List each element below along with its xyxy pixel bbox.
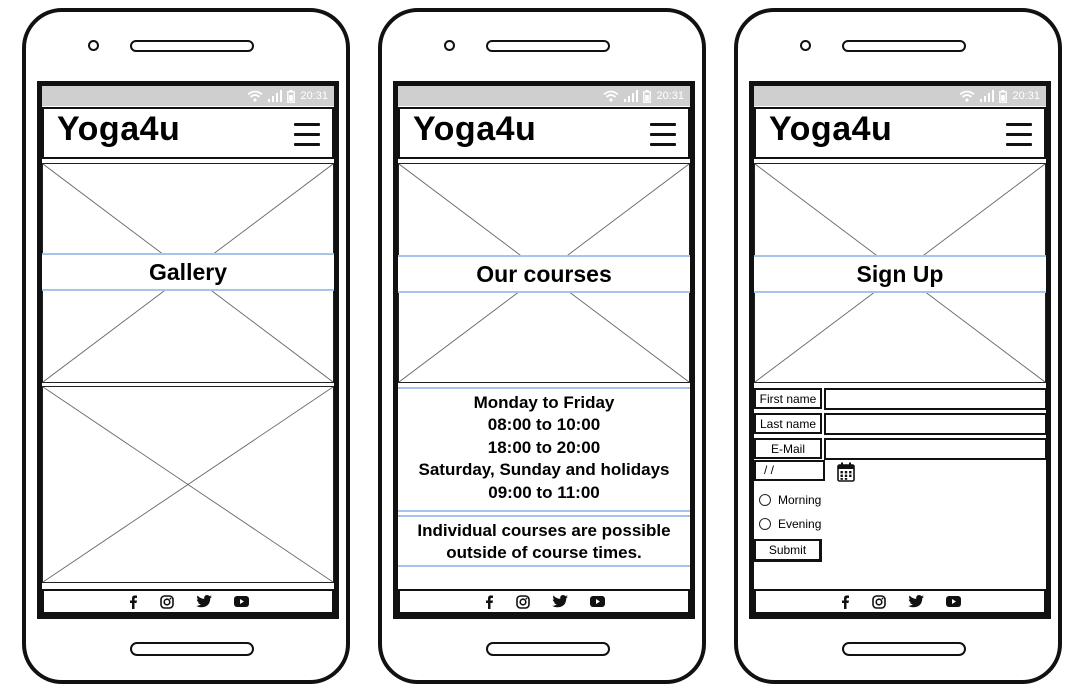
gallery-banner: Gallery xyxy=(42,253,334,291)
screen: 20:31 Yoga4u Our courses Monday to Frida… xyxy=(393,81,695,619)
radio-morning[interactable]: Morning xyxy=(759,493,821,507)
screen: 20:31 Yoga4u Sign Up First name Last nam… xyxy=(749,81,1051,619)
schedule-line: 09:00 to 11:00 xyxy=(488,482,600,502)
course-schedule: Monday to Friday 08:00 to 10:00 18:00 to… xyxy=(398,387,690,512)
home-button[interactable] xyxy=(130,642,254,656)
youtube-icon[interactable] xyxy=(233,596,249,607)
schedule-line: 08:00 to 10:00 xyxy=(487,415,601,435)
brand-logo[interactable]: Yoga4u xyxy=(769,110,892,149)
camera xyxy=(444,40,455,51)
schedule-line: Monday to Friday xyxy=(473,393,615,412)
app-header: Yoga4u xyxy=(42,107,334,159)
first-name-label: First name xyxy=(754,388,822,409)
signup-banner: Sign Up xyxy=(754,255,1046,293)
facebook-icon[interactable] xyxy=(128,594,138,609)
speaker xyxy=(842,40,966,52)
radio-label: Evening xyxy=(778,517,822,531)
facebook-icon[interactable] xyxy=(840,594,850,609)
schedule-line: 18:00 to 20:00 xyxy=(487,437,601,457)
hamburger-menu-icon[interactable] xyxy=(1006,123,1032,147)
wifi-icon xyxy=(247,90,263,102)
camera xyxy=(88,40,99,51)
radio-circle[interactable] xyxy=(759,518,771,530)
app-header: Yoga4u xyxy=(398,107,690,159)
speaker xyxy=(486,40,610,52)
social-footer xyxy=(754,589,1046,614)
date-input[interactable]: / / xyxy=(754,460,825,481)
youtube-icon[interactable] xyxy=(589,596,605,607)
battery-icon xyxy=(999,89,1008,103)
note-line: outside of course times. xyxy=(446,543,642,562)
last-name-input[interactable] xyxy=(824,413,1046,435)
individual-courses-note: Individual courses are possible outside … xyxy=(398,515,690,567)
speaker xyxy=(130,40,254,52)
radio-circle[interactable] xyxy=(759,494,771,506)
signal-icon xyxy=(624,90,639,102)
signal-icon xyxy=(268,90,283,102)
phone-signup: 20:31 Yoga4u Sign Up First name Last nam… xyxy=(734,8,1062,684)
hamburger-menu-icon[interactable] xyxy=(294,123,320,147)
email-input[interactable] xyxy=(824,438,1046,460)
schedule-line: Saturday, Sunday and holidays xyxy=(418,460,670,480)
wifi-icon xyxy=(959,90,975,102)
status-time: 20:31 xyxy=(1012,90,1040,102)
status-bar: 20:31 xyxy=(754,86,1046,106)
wifi-icon xyxy=(603,90,619,102)
brand-logo[interactable]: Yoga4u xyxy=(413,110,536,149)
radio-label: Morning xyxy=(778,493,822,507)
twitter-icon[interactable] xyxy=(195,595,212,608)
signal-icon xyxy=(980,90,995,102)
instagram-icon[interactable] xyxy=(515,594,530,609)
battery-icon xyxy=(643,89,652,103)
social-footer xyxy=(42,589,334,614)
home-button[interactable] xyxy=(486,642,610,656)
phone-courses: 20:31 Yoga4u Our courses Monday to Frida… xyxy=(378,8,706,684)
twitter-icon[interactable] xyxy=(907,595,924,608)
app-header: Yoga4u xyxy=(754,107,1046,159)
submit-button[interactable]: Submit xyxy=(754,539,822,562)
instagram-icon[interactable] xyxy=(871,594,886,609)
calendar-icon[interactable] xyxy=(837,462,855,482)
youtube-icon[interactable] xyxy=(945,596,961,607)
facebook-icon[interactable] xyxy=(484,594,494,609)
status-bar: 20:31 xyxy=(398,86,690,106)
email-label: E-Mail xyxy=(754,438,822,459)
first-name-input[interactable] xyxy=(824,388,1046,410)
image-placeholder xyxy=(42,386,334,583)
home-button[interactable] xyxy=(842,642,966,656)
status-time: 20:31 xyxy=(300,90,328,102)
status-time: 20:31 xyxy=(656,90,684,102)
status-bar: 20:31 xyxy=(42,86,334,106)
courses-banner: Our courses xyxy=(398,255,690,293)
phone-gallery: 20:31 Yoga4u Gallery xyxy=(22,8,350,684)
radio-evening[interactable]: Evening xyxy=(759,517,821,531)
camera xyxy=(800,40,811,51)
social-footer xyxy=(398,589,690,614)
twitter-icon[interactable] xyxy=(551,595,568,608)
note-line: Individual courses are possible xyxy=(417,521,671,540)
hamburger-menu-icon[interactable] xyxy=(650,123,676,147)
instagram-icon[interactable] xyxy=(159,594,174,609)
battery-icon xyxy=(287,89,296,103)
last-name-label: Last name xyxy=(754,413,822,434)
brand-logo[interactable]: Yoga4u xyxy=(57,110,180,149)
screen: 20:31 Yoga4u Gallery xyxy=(37,81,339,619)
